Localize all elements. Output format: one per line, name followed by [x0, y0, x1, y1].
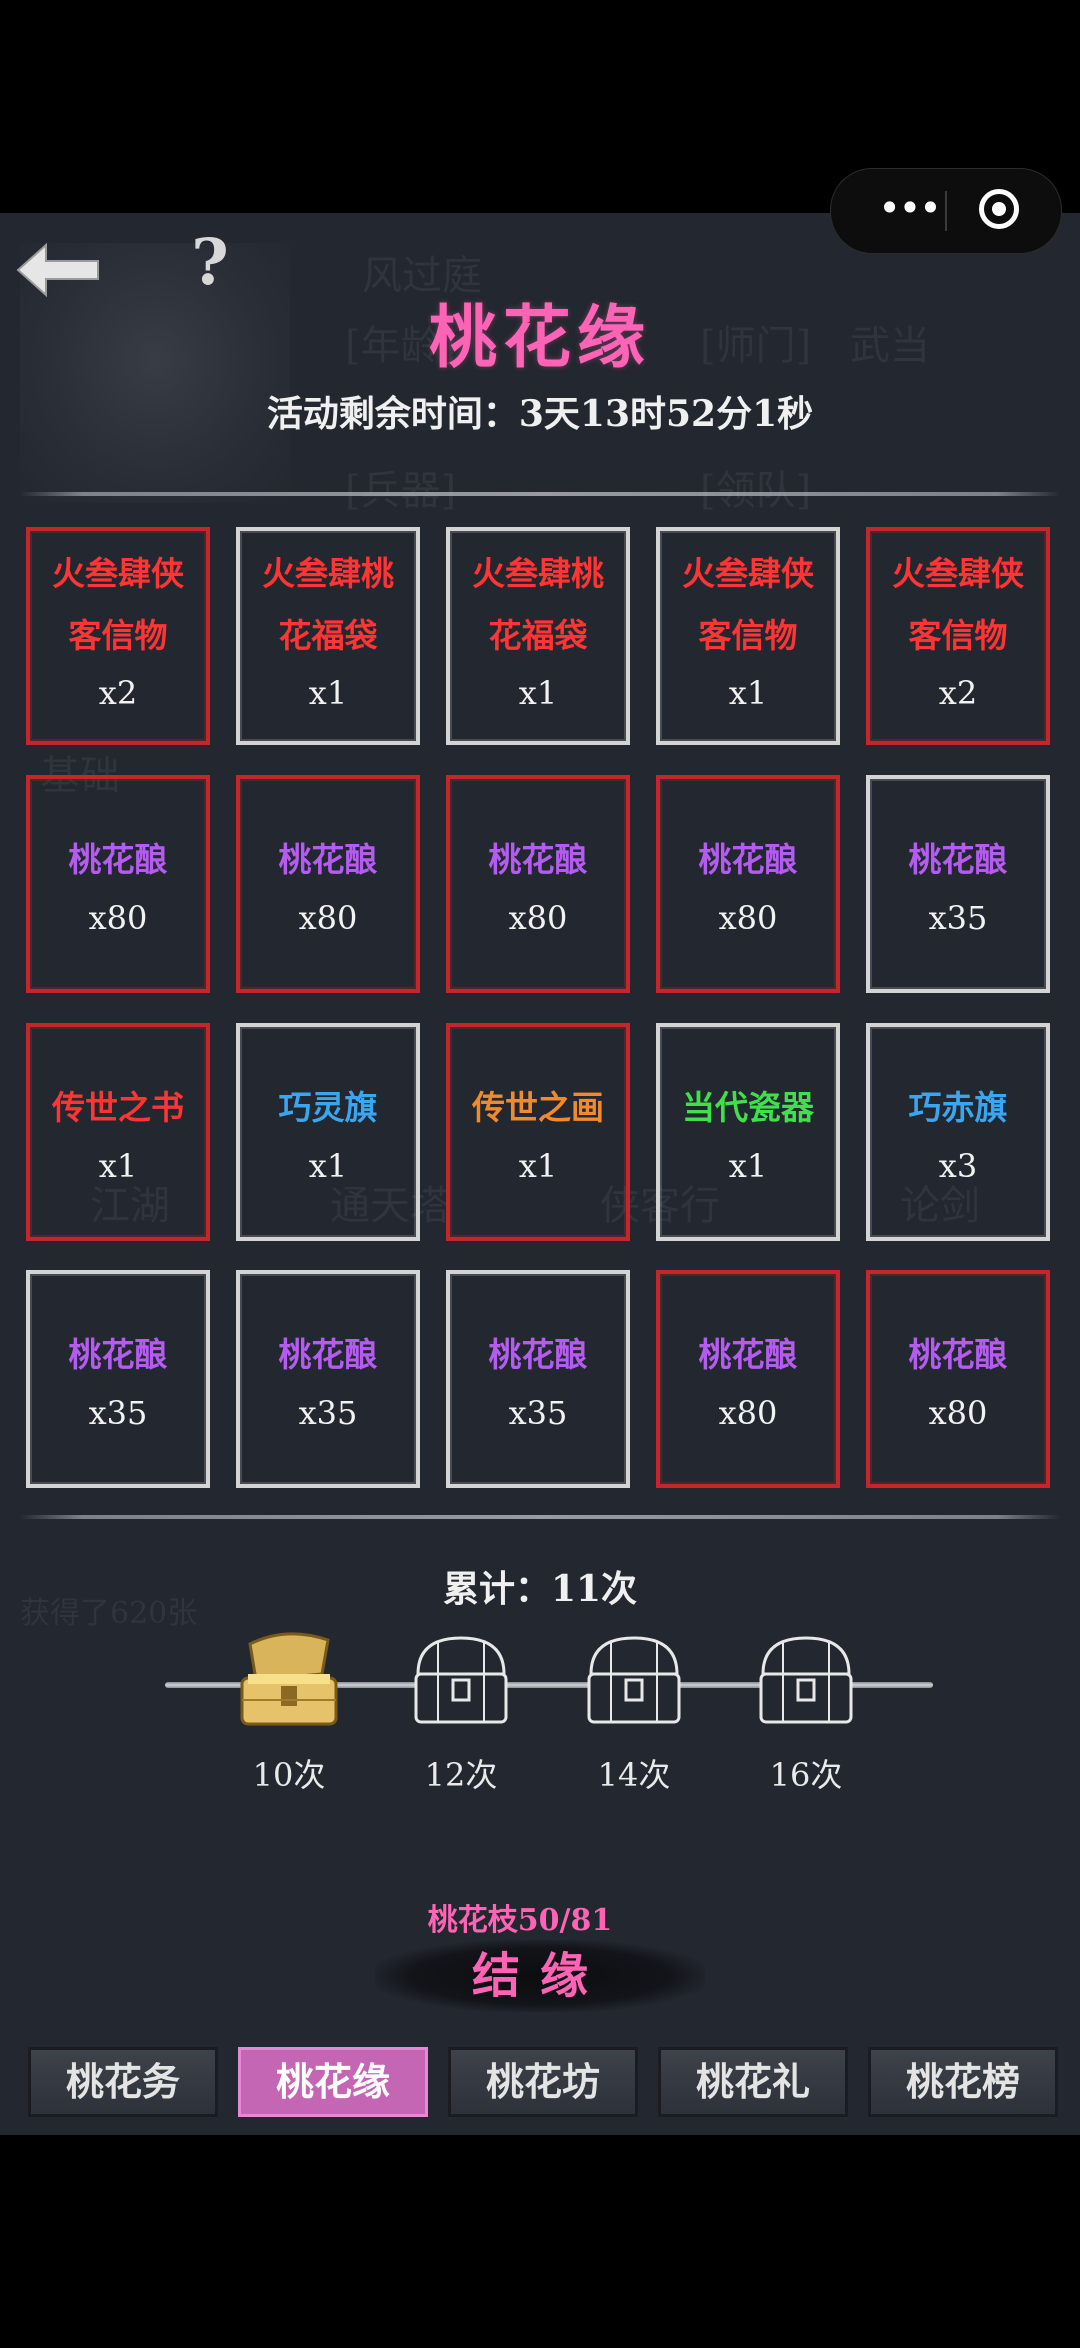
reward-card[interactable]: 桃花酿 x80: [446, 775, 630, 993]
reward-card[interactable]: 桃花酿 x35: [866, 775, 1050, 993]
reward-quantity: x1: [98, 1147, 138, 1185]
reward-quantity: x1: [308, 1147, 348, 1185]
reward-quantity: x2: [98, 674, 138, 712]
reward-card[interactable]: 传世之画 x1: [446, 1023, 630, 1241]
milestone-label: 12次: [424, 1756, 498, 1794]
reward-name: 桃花酿: [908, 840, 1008, 879]
peach-branch-counter: 桃花枝50/81: [427, 1903, 613, 1938]
bg-text: [兵器]: [345, 468, 457, 514]
reward-quantity: x35: [298, 1394, 358, 1432]
reward-card[interactable]: 桃花酿 x80: [656, 1270, 840, 1488]
tab-taohuabang[interactable]: 桃花榜: [868, 2047, 1058, 2117]
capsule-divider: [945, 191, 947, 231]
tab-taohuawu[interactable]: 桃花务: [28, 2047, 218, 2117]
reward-quantity: x1: [308, 674, 348, 712]
tab-taohuafang[interactable]: 桃花坊: [448, 2047, 638, 2117]
reward-name: 巧赤旗: [908, 1088, 1008, 1127]
reward-quantity: x1: [728, 1147, 768, 1185]
reward-name: 桃花酿: [278, 1335, 378, 1374]
jieyuan-button[interactable]: 结缘: [375, 1940, 705, 2012]
reward-card[interactable]: 桃花酿 x80: [26, 775, 210, 993]
divider: [20, 1515, 1060, 1519]
reward-name: 当代瓷器: [682, 1088, 814, 1127]
reward-card[interactable]: 巧灵旗 x1: [236, 1023, 420, 1241]
more-icon[interactable]: •••: [859, 189, 959, 233]
reward-name: 花福袋: [278, 616, 378, 655]
reward-card[interactable]: 传世之书 x1: [26, 1023, 210, 1241]
reward-name: 桃花酿: [488, 840, 588, 879]
reward-card[interactable]: 火叁肆侠客信物 x1: [656, 527, 840, 745]
reward-quantity: x80: [88, 899, 148, 937]
reward-name: 火叁肆侠: [682, 554, 814, 593]
reward-name: 火叁肆桃: [262, 554, 394, 593]
reward-quantity: x35: [928, 899, 988, 937]
reward-name: 传世之书: [52, 1088, 184, 1127]
reward-card[interactable]: 火叁肆侠客信物 x2: [26, 527, 210, 745]
reward-name: 客信物: [908, 616, 1008, 655]
reward-card[interactable]: 火叁肆桃花福袋 x1: [236, 527, 420, 745]
reward-name: 桃花酿: [68, 1335, 168, 1374]
reward-quantity: x35: [508, 1394, 568, 1432]
treasure-chest-locked-icon[interactable]: [753, 1630, 859, 1730]
reward-name: 桃花酿: [698, 840, 798, 879]
reward-name: 火叁肆侠: [892, 554, 1024, 593]
tab-taohuayuan[interactable]: 桃花缘: [238, 2047, 428, 2117]
reward-quantity: x35: [88, 1394, 148, 1432]
bg-text: [领队]: [700, 468, 812, 514]
treasure-chest-locked-icon[interactable]: [408, 1630, 514, 1730]
reward-quantity: x1: [728, 674, 768, 712]
reward-card[interactable]: 火叁肆侠客信物 x2: [866, 527, 1050, 745]
reward-quantity: x1: [518, 1147, 558, 1185]
reward-name: 客信物: [68, 616, 168, 655]
reward-quantity: x3: [938, 1147, 978, 1185]
reward-quantity: x1: [518, 674, 558, 712]
reward-name: 火叁肆桃: [472, 554, 604, 593]
reward-name: 桃花酿: [68, 840, 168, 879]
treasure-chest-locked-icon[interactable]: [581, 1630, 687, 1730]
event-timer: 活动剩余时间：3天13时52分1秒: [266, 393, 814, 435]
reward-card[interactable]: 巧赤旗 x3: [866, 1023, 1050, 1241]
reward-name: 花福袋: [488, 616, 588, 655]
reward-card[interactable]: 火叁肆桃花福袋 x1: [446, 527, 630, 745]
reward-name: 巧灵旗: [278, 1088, 378, 1127]
reward-name: 火叁肆侠: [52, 554, 184, 593]
reward-name: 桃花酿: [488, 1335, 588, 1374]
milestone-label: 16次: [769, 1756, 843, 1794]
reward-name: 传世之画: [472, 1088, 604, 1127]
milestone-label: 10次: [252, 1756, 326, 1794]
tab-taohuali[interactable]: 桃花礼: [658, 2047, 848, 2117]
reward-card[interactable]: 桃花酿 x35: [26, 1270, 210, 1488]
reward-quantity: x80: [298, 899, 358, 937]
page-title: 桃花缘: [428, 298, 651, 378]
reward-name: 桃花酿: [698, 1335, 798, 1374]
treasure-chest-opened-icon[interactable]: [236, 1630, 342, 1730]
reward-quantity: x80: [508, 899, 568, 937]
reward-card[interactable]: 桃花酿 x35: [446, 1270, 630, 1488]
reward-quantity: x80: [928, 1394, 988, 1432]
total-count: 累计：11次: [442, 1568, 638, 1610]
reward-name: 桃花酿: [908, 1335, 1008, 1374]
reward-name: 客信物: [698, 616, 798, 655]
reward-name: 桃花酿: [278, 840, 378, 879]
reward-card[interactable]: 桃花酿 x80: [236, 775, 420, 993]
reward-card[interactable]: 桃花酿 x80: [656, 775, 840, 993]
reward-card[interactable]: 当代瓷器 x1: [656, 1023, 840, 1241]
divider: [20, 492, 1060, 496]
miniprogram-capsule: •••: [830, 168, 1062, 254]
reward-quantity: x80: [718, 1394, 778, 1432]
reward-card[interactable]: 桃花酿 x80: [866, 1270, 1050, 1488]
reward-quantity: x2: [938, 674, 978, 712]
milestone-label: 14次: [597, 1756, 671, 1794]
reward-card[interactable]: 桃花酿 x35: [236, 1270, 420, 1488]
record-close-icon[interactable]: [979, 189, 1019, 229]
reward-quantity: x80: [718, 899, 778, 937]
